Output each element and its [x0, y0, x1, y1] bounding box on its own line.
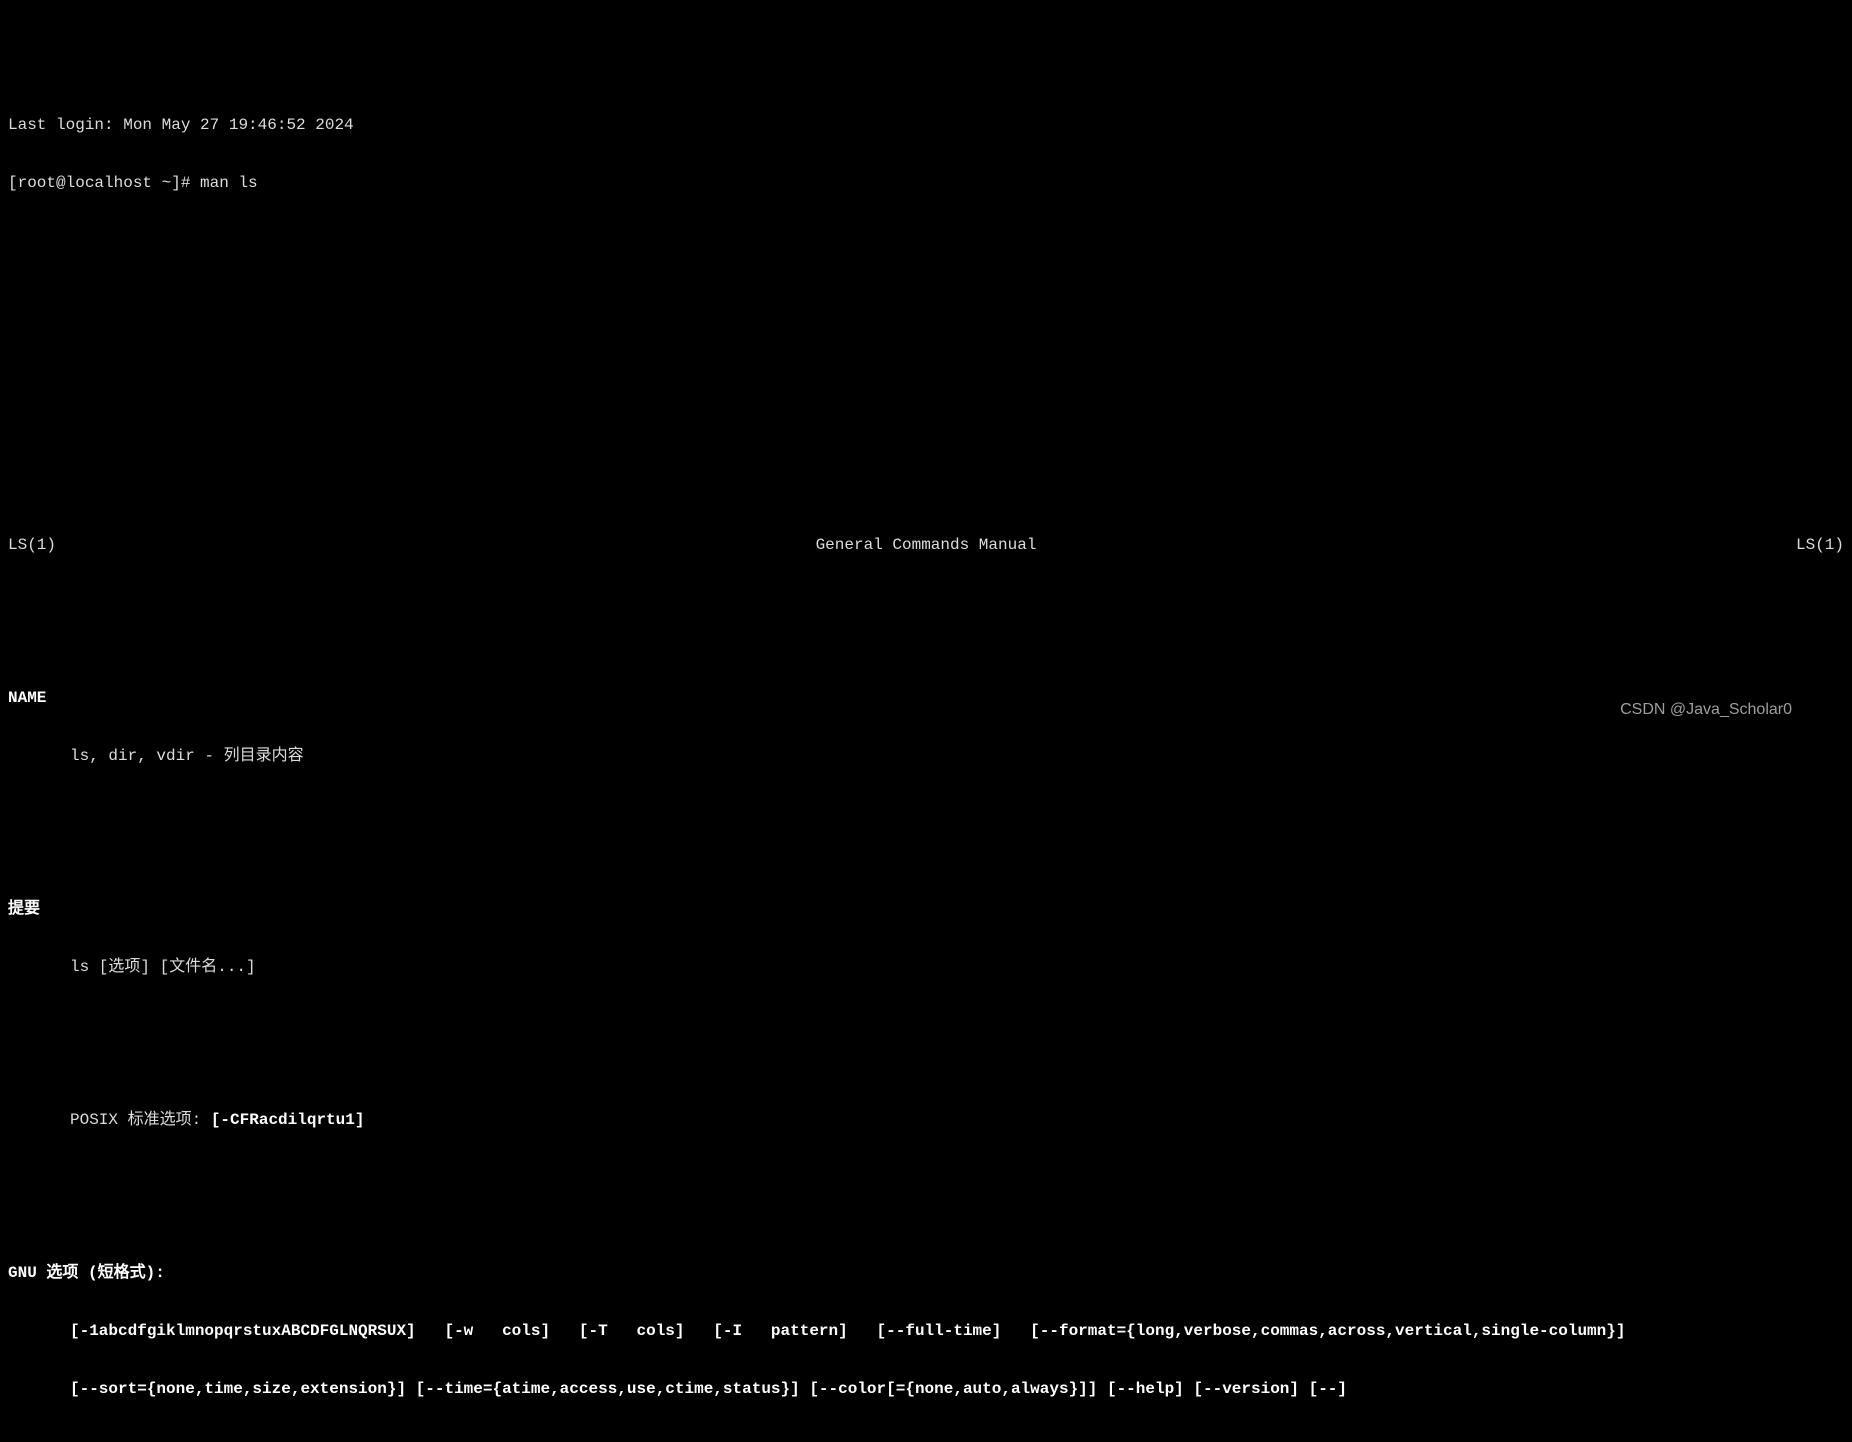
spacer	[8, 1035, 1844, 1054]
section-synopsis-heading: 提要	[8, 900, 1844, 919]
spacer	[8, 613, 1844, 632]
posix-opts: [-CFRacdilqrtu1]	[211, 1111, 365, 1129]
shell-prompt-line: [root@localhost ~]# man ls	[8, 174, 1844, 193]
watermark: CSDN @Java_Scholar0	[1620, 700, 1792, 719]
name-desc: 列目录内容	[224, 747, 304, 765]
section-gnu-heading: GNU 选项 (短格式):	[8, 1264, 1844, 1283]
name-commands: ls, dir, vdir	[70, 747, 204, 765]
terminal-output[interactable]: Last login: Mon May 27 19:46:52 2024 [ro…	[0, 77, 1852, 1442]
section-name-heading: NAME	[8, 689, 1844, 708]
man-header-left: LS(1)	[8, 536, 56, 555]
spacer	[8, 824, 1844, 843]
gnu-line2: [--sort={none,time,size,extension}] [--t…	[8, 1380, 1844, 1399]
synopsis-usage: ls [选项] [文件名...]	[8, 958, 1844, 977]
spacer	[8, 250, 1844, 478]
section-name-content: ls, dir, vdir - 列目录内容	[8, 747, 1844, 766]
man-header-right: LS(1)	[1796, 536, 1844, 555]
gnu-line1: [-1abcdfgiklmnopqrstuxABCDFGLNQRSUX] [-w…	[8, 1322, 1844, 1341]
last-login-line: Last login: Mon May 27 19:46:52 2024	[8, 116, 1844, 135]
man-header-center: General Commands Manual	[56, 536, 1796, 555]
man-header: LS(1) General Commands Manual LS(1)	[8, 536, 1844, 555]
posix-label: POSIX 标准选项:	[70, 1111, 211, 1129]
spacer	[8, 1188, 1844, 1207]
name-dash: -	[204, 747, 223, 765]
posix-line: POSIX 标准选项: [-CFRacdilqrtu1]	[8, 1111, 1844, 1130]
